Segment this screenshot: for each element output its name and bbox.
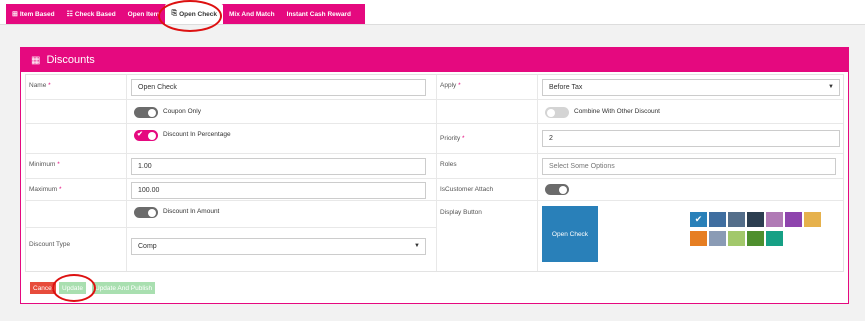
display-button-label: Display Button [440, 209, 482, 216]
coupon-only-toggle[interactable]: ✕ [134, 107, 158, 118]
combine-label: Combine With Other Discount [574, 108, 660, 115]
priority-input[interactable]: 2 [542, 130, 840, 147]
panel-header: ▦ Discounts [21, 48, 848, 72]
row-minimum: Minimum * 1.00 [26, 154, 436, 179]
tab-check-based[interactable]: ☷ Check Based [61, 4, 122, 24]
discount-type-select[interactable]: Comp ▼ [131, 238, 426, 255]
apply-select[interactable]: Before Tax ▼ [542, 79, 840, 96]
minimum-input[interactable]: 1.00 [131, 158, 426, 175]
color-swatch[interactable] [804, 212, 821, 227]
row-display-button: Display Button Open Check ✔ [436, 201, 843, 271]
color-swatch[interactable] [747, 231, 764, 246]
panel-title: Discounts [46, 54, 95, 66]
caret-down-icon: ▼ [828, 84, 834, 90]
row-maximum: Maximum * 100.00 [26, 179, 436, 201]
roles-multiselect[interactable]: Select Some Options [542, 158, 836, 175]
is-customer-attach-toggle[interactable]: ✕ [545, 184, 569, 195]
check-icon: ☷ [66, 11, 73, 18]
discount-amount-toggle[interactable]: ✕ [134, 207, 158, 218]
color-swatch[interactable] [709, 231, 726, 246]
tab-instant-cash-reward[interactable]: Instant Cash Reward [281, 4, 357, 24]
check-icon: ✔ [137, 131, 143, 138]
cancel-button[interactable]: Cancel [30, 282, 57, 294]
tab-mix-and-match[interactable]: Mix And Match [223, 4, 281, 24]
color-swatch[interactable] [728, 231, 745, 246]
update-and-publish-button[interactable]: Update And Publish [92, 282, 156, 294]
row-discount-amount: ✕ Discount In Amount [26, 201, 436, 227]
tab-open-check[interactable]: ⎘ Open Check [165, 4, 224, 24]
row-name: Name * Open Check [26, 75, 436, 100]
color-swatch[interactable]: ✔ [690, 212, 707, 227]
row-is-customer-attach: IsCustomer Attach ✕ [436, 179, 843, 201]
roles-label: Roles [440, 161, 457, 168]
row-discount-type: Discount Type Comp ▼ [26, 227, 436, 271]
color-swatch[interactable] [766, 212, 783, 227]
discount-form: Name * Open Check ✕ Coupon Only ✔ Discou… [25, 74, 844, 272]
caret-down-icon: ▼ [414, 243, 420, 249]
name-input[interactable]: Open Check [131, 79, 426, 96]
coupon-only-label: Coupon Only [163, 108, 201, 115]
tab-item-based[interactable]: ⊞ Item Based [6, 4, 61, 24]
is-customer-attach-label: IsCustomer Attach [440, 186, 494, 193]
combine-toggle[interactable] [545, 107, 569, 118]
discount-percentage-label: Discount In Percentage [163, 131, 231, 138]
row-priority: Priority * 2 [436, 124, 843, 154]
item-icon: ⊞ [12, 11, 18, 18]
color-swatch[interactable] [690, 231, 707, 246]
discount-amount-label: Discount In Amount [163, 208, 220, 215]
open-check-icon: ⎘ [171, 10, 178, 17]
row-discount-percentage: ✔ Discount In Percentage [26, 124, 436, 154]
row-coupon-only: ✕ Coupon Only [26, 100, 436, 124]
discount-type-tabs: ⊞ Item Based ☷ Check Based Open Item ⎘ Open… [6, 4, 365, 24]
button-preview[interactable]: Open Check [542, 206, 598, 262]
check-icon: ✔ [694, 214, 703, 224]
row-roles: Roles Select Some Options [436, 154, 843, 179]
row-apply: Apply * Before Tax ▼ [436, 75, 843, 100]
top-bar: ⊞ Item Based ☷ Check Based Open Item ⎘ Open… [0, 0, 865, 25]
color-swatch[interactable] [747, 212, 764, 227]
color-swatch[interactable] [709, 212, 726, 227]
discount-type-label: Discount Type [29, 241, 71, 248]
color-swatch[interactable] [785, 212, 802, 227]
row-combine: Combine With Other Discount [436, 100, 843, 124]
table-icon: ▦ [31, 54, 41, 66]
discount-percentage-toggle[interactable]: ✔ [134, 130, 158, 141]
color-swatch[interactable] [766, 231, 783, 246]
update-button[interactable]: Update [59, 282, 86, 294]
discounts-panel: ▦ Discounts Name * Open Check ✕ Coupon O… [20, 47, 849, 304]
maximum-input[interactable]: 100.00 [131, 182, 426, 199]
color-swatch[interactable] [728, 212, 745, 227]
tab-open-item[interactable]: Open Item [122, 4, 166, 24]
